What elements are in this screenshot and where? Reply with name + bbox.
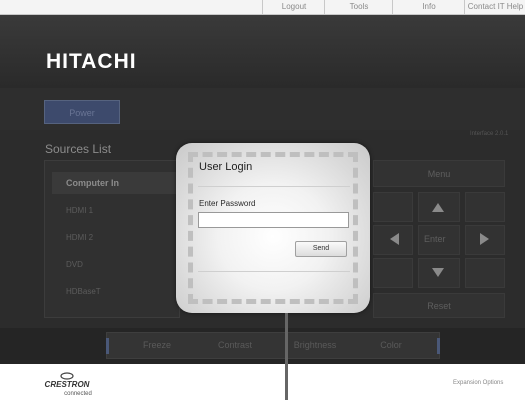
nav-info-link[interactable]: Info — [392, 0, 465, 14]
password-input[interactable] — [198, 212, 349, 228]
crestron-wordmark: CRESTRON — [45, 380, 90, 389]
source-item-computer-in[interactable]: Computer In — [52, 172, 178, 194]
source-item-hdmi-1[interactable]: HDMI 1 — [52, 200, 178, 222]
login-divider-bottom — [198, 271, 350, 272]
arrow-left-icon — [390, 233, 399, 245]
arrow-right-icon — [480, 233, 489, 245]
pointer-line — [285, 313, 288, 400]
grid-cell-br — [465, 258, 505, 288]
version-label: Interface 2.0.1 — [470, 131, 509, 137]
sources-list-title: Sources List — [45, 142, 112, 156]
enter-label: Enter — [424, 234, 446, 244]
crestron-logo[interactable]: CRESTRON connected — [32, 371, 102, 397]
menu-button[interactable]: Menu — [373, 160, 505, 187]
password-label: Enter Password — [199, 199, 256, 208]
brightness-button[interactable]: Brightness — [280, 332, 350, 359]
freeze-button[interactable]: Freeze — [122, 332, 192, 359]
top-nav-bar: Logout Tools Info Contact IT Help — [0, 0, 525, 15]
power-button[interactable]: Power — [44, 100, 120, 124]
source-item-hdmi-2[interactable]: HDMI 2 — [52, 227, 178, 249]
contrast-button[interactable]: Contrast — [200, 332, 270, 359]
reset-button[interactable]: Reset — [373, 293, 505, 318]
login-dialog-frame — [188, 152, 358, 304]
grid-cell-tr — [465, 192, 505, 222]
arrow-down-icon — [432, 268, 444, 277]
toolbar-edge-right — [437, 338, 440, 354]
send-button[interactable]: Send — [295, 241, 347, 257]
color-button[interactable]: Color — [356, 332, 426, 359]
nav-logout-link[interactable]: Logout — [262, 0, 325, 14]
source-item-dvd[interactable]: DVD — [52, 254, 178, 276]
expansion-options-link[interactable]: Expansion Options — [453, 380, 503, 386]
grid-cell-tl — [373, 192, 413, 222]
crestron-mark-icon — [60, 372, 74, 380]
brand-logo: HITACHI — [46, 50, 137, 73]
source-item-hdbaset[interactable]: HDBaseT — [52, 281, 178, 303]
nav-tools-link[interactable]: Tools — [324, 0, 393, 14]
grid-cell-bl — [373, 258, 413, 288]
nav-contact-link[interactable]: Contact IT Help — [464, 0, 525, 14]
login-divider — [198, 186, 350, 187]
crestron-sub: connected — [64, 391, 92, 397]
arrow-up-icon — [432, 203, 444, 212]
toolbar-edge-left — [106, 338, 109, 354]
login-title: User Login — [199, 161, 253, 173]
